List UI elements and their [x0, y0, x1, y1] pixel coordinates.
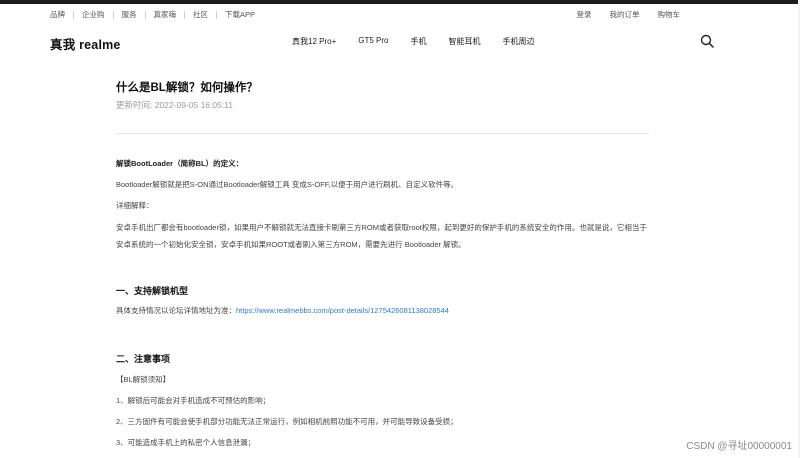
forum-post-link[interactable]: https://www.realmebbs.com/post-details/1… [236, 306, 449, 315]
notice-item: 2、三方固件有可能会使手机部分功能无法正常运行，例如相机前照功能不可用，并可能导… [116, 417, 458, 426]
util-divider [184, 11, 185, 19]
section-heading-supported-models: 一、支持解锁机型 [116, 286, 189, 296]
my-orders-link[interactable]: 我的订单 [610, 10, 640, 20]
search-icon[interactable] [700, 34, 714, 48]
util-link-service[interactable]: 服务 [122, 10, 137, 20]
notice-item: 1、解锁后可能会对手机造成不可预估的影响； [116, 396, 271, 405]
nav-item-earbuds[interactable]: 智能耳机 [448, 36, 480, 47]
page-title: 什么是BL解锁？如何操作？ [116, 82, 258, 94]
util-link-brand[interactable]: 品牌 [50, 10, 65, 20]
util-link-community[interactable]: 社区 [193, 10, 208, 20]
util-divider [73, 11, 74, 19]
utility-right-links: 登录 我的订单 购物车 [559, 10, 681, 20]
nav-item-accessories[interactable]: 手机周边 [502, 36, 534, 47]
realme-logo[interactable]: 真我 realme [50, 34, 121, 53]
detail-text: 安卓手机出厂都会有bootloader锁，如果用户不解锁就无法直接卡刷第三方RO… [116, 223, 647, 249]
utility-left-links: 品牌 企业购 服务 真家嗨 社区 下载APP [50, 10, 255, 20]
update-time: 更新时间: 2022-09-05 16:05:11 [116, 100, 234, 110]
main-nav: 真我 realme 真我12 Pro+ GT5 Pro 手机 智能耳机 手机周边 [0, 24, 800, 60]
section-heading-notes: 二、注意事项 [116, 354, 171, 364]
nav-item-realme12proplus[interactable]: 真我12 Pro+ [292, 36, 336, 47]
nav-item-phones[interactable]: 手机 [410, 36, 426, 47]
login-link[interactable]: 登录 [577, 10, 592, 20]
csdn-watermark: CSDN @寻址00000001 [686, 441, 792, 452]
notice-label: 【BL解锁须知】 [116, 375, 171, 384]
supported-models-text: 具体支持情况以论坛详情地址为准：https://www.realmebbs.co… [116, 306, 449, 316]
util-divider [216, 11, 217, 19]
util-link-download-app[interactable]: 下载APP [225, 10, 255, 20]
cart-link[interactable]: 购物车 [658, 10, 681, 20]
util-link-home[interactable]: 真家嗨 [154, 10, 177, 20]
detail-label: 详细解释： [116, 201, 154, 210]
utility-bar: 品牌 企业购 服务 真家嗨 社区 下载APP 登录 我的订单 购物车 [0, 4, 800, 24]
notice-item: 3、可能造成手机上的私密个人信息泄漏； [116, 438, 256, 447]
util-link-enterprise[interactable]: 企业购 [82, 10, 105, 20]
title-divider [116, 133, 649, 134]
util-divider [112, 11, 114, 19]
nav-item-gt5pro[interactable]: GT5 Pro [358, 36, 388, 47]
nav-menu: 真我12 Pro+ GT5 Pro 手机 智能耳机 手机周边 [292, 36, 556, 47]
definition-heading: 解锁BootLoader（简称BL）的定义： [116, 159, 244, 168]
definition-text: Bootloader解锁就是把S-ON通过Bootloader解锁工具 变成S-… [116, 180, 459, 189]
supported-models-label: 具体支持情况以论坛详情地址为准： [116, 306, 236, 315]
util-divider [144, 11, 146, 19]
